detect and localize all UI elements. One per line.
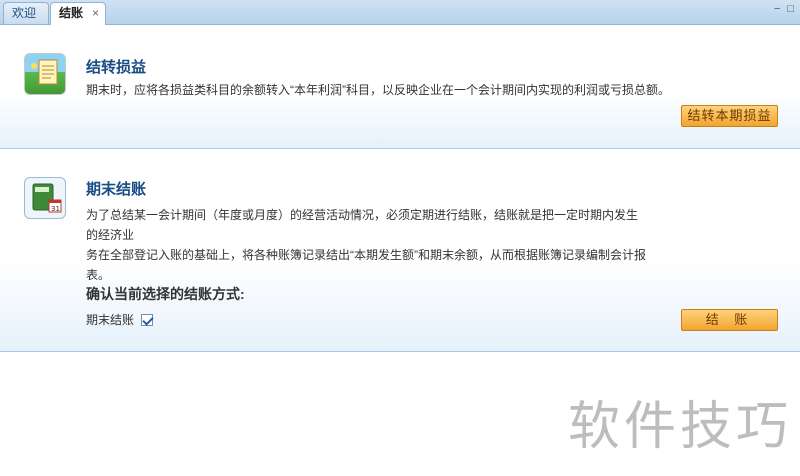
window-controls[interactable]: − □ — [774, 3, 796, 15]
carry-forward-panel: 结转损益 期末时，应将各损益类科目的余额转入“本年利润”科目，以反映企业在一个会… — [0, 25, 800, 149]
section-description: 期末时，应将各损益类科目的余额转入“本年利润”科目，以反映企业在一个会计期间内实… — [86, 83, 670, 97]
section-description: 为了总结某一会计期间（年度或月度）的经营活动情况，必须定期进行结账，结账就是把一… — [86, 205, 646, 285]
ledger-book-icon: 31 — [24, 177, 66, 219]
checkbox-label: 期末结账 — [86, 313, 135, 327]
tab-bar: 欢迎 结账 × − □ — [0, 0, 800, 25]
tab-closing[interactable]: 结账 × — [50, 2, 106, 25]
period-close-panel: 31 期末结账 为了总结某一会计期间（年度或月度）的经营活动情况，必须定期进行结… — [0, 150, 800, 352]
carry-forward-button[interactable]: 结转本期损益 — [681, 105, 778, 127]
description-line: 务在全部登记入账的基础上，将各种账簿记录结出“本期发生额”和期末余额，从而根据账… — [86, 248, 646, 282]
tab-label: 欢迎 — [12, 6, 37, 20]
period-close-option: 期末结账 — [86, 311, 154, 328]
description-line: 为了总结某一会计期间（年度或月度）的经营活动情况，必须定期进行结账，结账就是把一… — [86, 208, 639, 242]
close-books-button[interactable]: 结 账 — [681, 309, 778, 331]
watermark: 软件技巧 — [568, 397, 793, 457]
section-title: 期末结账 — [86, 181, 147, 198]
period-close-checkbox[interactable] — [141, 314, 154, 326]
section-title: 结转损益 — [86, 59, 147, 76]
tab-label: 结账 — [59, 6, 84, 20]
confirm-label: 确认当前选择的结账方式: — [86, 286, 245, 302]
calendar-notes-icon — [24, 53, 66, 95]
svg-text:31: 31 — [51, 205, 60, 213]
tab-welcome[interactable]: 欢迎 — [3, 2, 49, 24]
close-icon[interactable]: × — [92, 3, 99, 23]
